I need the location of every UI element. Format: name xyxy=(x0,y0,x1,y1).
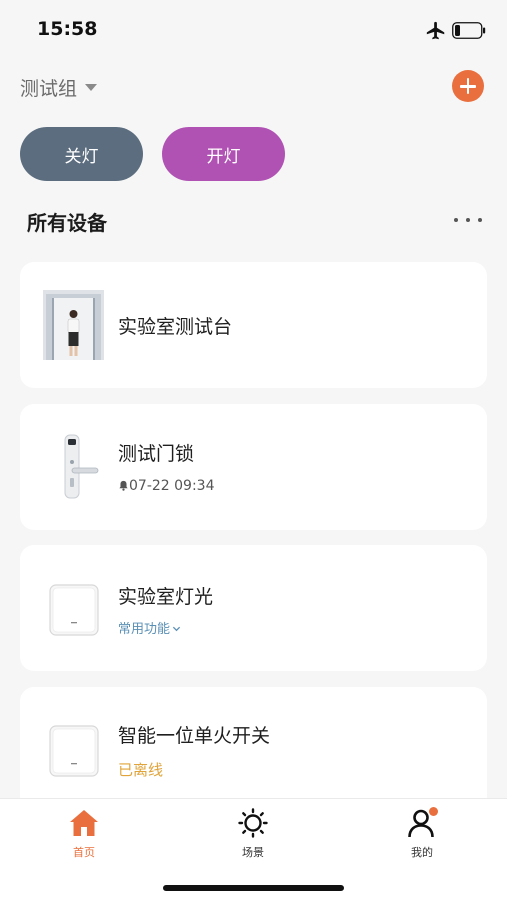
battery-low-icon xyxy=(452,22,486,39)
device-subtitle: 07-22 09:34 xyxy=(129,478,215,494)
home-indicator xyxy=(163,885,344,891)
group-selector[interactable]: 测试组 xyxy=(20,74,98,100)
app-screen: 15:58 测试组 关灯 开灯 所有设备 实验室测试台 测试门锁 07-22 0… xyxy=(0,0,507,900)
device-card[interactable]: 实验室灯光 常用功能 xyxy=(20,545,487,671)
tab-label: 首页 xyxy=(73,846,95,859)
group-name: 测试组 xyxy=(20,77,78,100)
device-last-activity: 07-22 09:34 xyxy=(118,478,214,494)
tab-label: 场景 xyxy=(242,846,264,859)
tab-home[interactable]: 首页 xyxy=(39,807,129,863)
device-name: 实验室灯光 xyxy=(118,586,214,608)
sun-icon xyxy=(238,808,268,838)
chevron-down-icon xyxy=(172,626,181,632)
more-options-button[interactable] xyxy=(454,210,482,230)
device-status-offline: 已离线 xyxy=(118,761,164,779)
door-lock-image xyxy=(64,434,99,499)
tab-profile[interactable]: 我的 xyxy=(377,807,467,863)
device-card[interactable]: 实验室测试台 xyxy=(20,262,487,388)
notification-dot xyxy=(429,807,438,816)
wall-switch-image xyxy=(49,584,99,636)
common-functions-toggle[interactable]: 常用功能 xyxy=(118,618,181,637)
bell-icon xyxy=(119,480,128,491)
status-bar: 15:58 xyxy=(0,0,507,60)
lights-on-button[interactable]: 开灯 xyxy=(162,127,285,181)
device-name: 测试门锁 xyxy=(118,443,195,465)
chevron-down-icon xyxy=(85,83,98,91)
wall-switch-image xyxy=(49,725,99,777)
device-name: 实验室测试台 xyxy=(118,316,233,338)
device-name: 智能一位单火开关 xyxy=(118,725,271,747)
lights-off-button[interactable]: 关灯 xyxy=(20,127,143,181)
device-subtitle: 常用功能 xyxy=(118,622,171,637)
device-card[interactable]: 测试门锁 07-22 09:34 xyxy=(20,404,487,530)
status-time: 15:58 xyxy=(37,18,98,40)
device-card[interactable]: 智能一位单火开关 已离线 xyxy=(20,687,487,813)
more-horizontal-icon xyxy=(454,218,458,222)
home-icon xyxy=(70,810,98,836)
airplane-icon xyxy=(426,21,445,40)
section-title: 所有设备 xyxy=(27,211,107,235)
tab-label: 我的 xyxy=(411,846,433,859)
add-device-button[interactable] xyxy=(452,70,484,102)
tab-scenes[interactable]: 场景 xyxy=(208,807,298,863)
person-scene-image xyxy=(43,290,104,360)
